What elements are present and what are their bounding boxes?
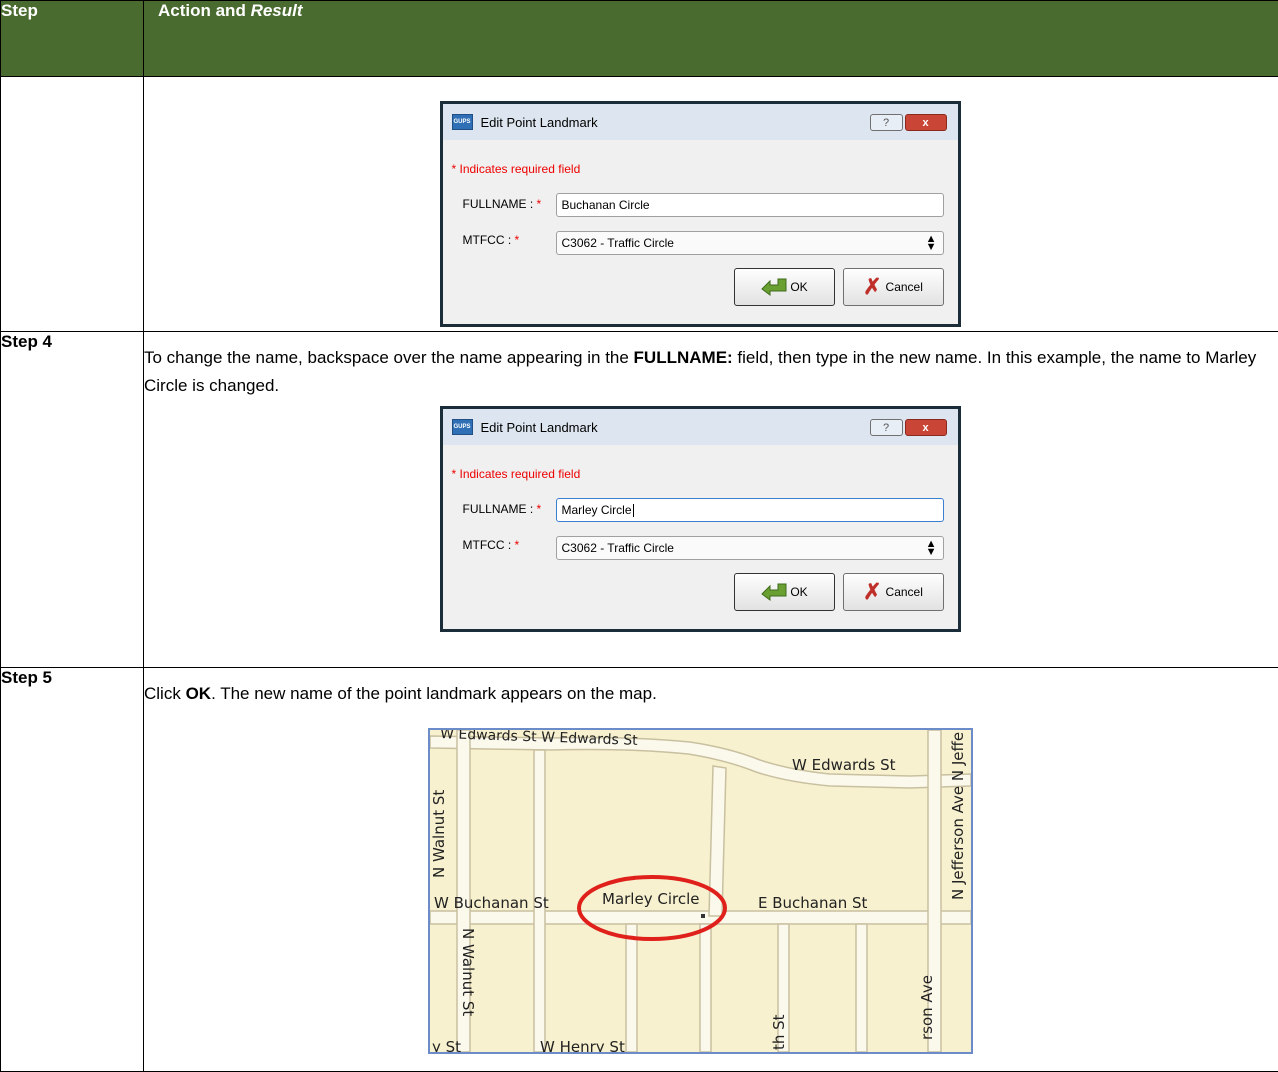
highlight-ellipse [576,875,727,941]
action-cell: To change the name, backspace over the n… [143,331,1278,668]
ok-button[interactable]: OK [733,573,835,611]
ok-arrow-icon [761,278,787,296]
edit-point-landmark-dialog: GUPS Edit Point Landmark ? x * Indicates… [439,101,961,327]
cancel-button[interactable]: ✗ Cancel [842,573,944,611]
ok-button[interactable]: OK [733,268,835,306]
step-instruction: Click OK. The new name of the point land… [144,680,1278,708]
fullname-field[interactable]: Marley Circle [555,498,944,522]
header-result-text: Result [250,1,303,20]
select-arrows-icon: ▲ ▼ [925,233,937,253]
fullname-field[interactable]: Buchanan Circle [555,193,944,217]
map-label-w-buchanan: W Buchanan St [434,894,549,912]
dialog-titlebar: GUPS Edit Point Landmark ? x [442,104,958,140]
dialog-titlebar: GUPS Edit Point Landmark ? x [442,409,958,445]
cancel-label: Cancel [885,585,923,599]
cancel-x-icon: ✗ [863,579,882,604]
cancel-label: Cancel [885,280,923,294]
instruction-text: . The new name of the point landmark app… [211,684,657,703]
map-label-marley-circle: Marley Circle [602,890,699,908]
text-cursor [632,503,634,517]
fullname-label-text: FULLNAME : [462,502,534,516]
dialog-title: Edit Point Landmark [480,419,598,435]
required-star: * [514,538,520,552]
map-label-rson-ave: rson Ave [918,975,936,1040]
mtfcc-label: MTFCC : * [463,538,520,552]
map-label-w-henry: W Henry St [540,1038,625,1052]
dialog-title: Edit Point Landmark [480,114,598,130]
fullname-label-text: FULLNAME : [462,197,534,211]
mtfcc-select-value: C3062 - Traffic Circle [561,541,674,555]
select-arrows-icon: ▲ ▼ [925,538,937,558]
edit-point-landmark-dialog: GUPS Edit Point Landmark ? x * Indicates… [439,406,961,632]
ok-label: OK [790,585,808,599]
mtfcc-select[interactable]: C3062 - Traffic Circle ▲ ▼ [555,536,944,560]
app-icon: GUPS [451,114,473,130]
instruction-bold: OK [185,684,212,703]
map-label-th-st: th St [770,1014,788,1050]
cancel-x-icon: ✗ [863,274,882,299]
fullname-label: FULLNAME : * [463,197,542,211]
required-note: * Indicates required field [451,162,581,176]
instruction-text: To change the name, backspace over the n… [144,348,634,367]
map-label-y-st: y St [432,1038,461,1052]
map-label-w-edwards-right: W Edwards St [792,756,896,774]
mtfcc-select[interactable]: C3062 - Traffic Circle ▲ ▼ [555,231,944,255]
ok-label: OK [790,280,808,294]
required-star: * [536,502,542,516]
table-header-row: Step Action and Result [0,0,1278,77]
steps-table: Step Action and Result GUPS Edit Point L… [0,0,1278,1072]
mtfcc-select-value: C3062 - Traffic Circle [561,236,674,250]
mtfcc-label: MTFCC : * [463,233,520,247]
map-label-n-walnut-top: N Walnut St [430,790,448,878]
instruction-bold: FULLNAME: [633,348,733,367]
instruction-text: Click [144,684,186,703]
landmark-point-icon [700,914,705,918]
help-button[interactable]: ? [869,419,903,436]
step-instruction: To change the name, backspace over the n… [144,344,1278,400]
map-label-e-buchanan: E Buchanan St [758,894,867,912]
mtfcc-label-text: MTFCC : [462,233,512,247]
header-action: Action and Result [143,0,1278,77]
required-star: * [514,233,520,247]
table-row: Step 5 Click OK. The new name of the poi… [0,667,1278,1072]
required-star: * [536,197,542,211]
close-button[interactable]: x [904,114,947,131]
map-image: W Edwards St W Edwards St W Edwards St N… [427,728,973,1054]
ok-arrow-icon [761,583,787,601]
help-button[interactable]: ? [869,114,903,131]
action-cell: GUPS Edit Point Landmark ? x * Indicates… [143,76,1278,332]
close-button[interactable]: x [904,419,947,436]
table-row: Step 4 To change the name, backspace ove… [0,331,1278,668]
fullname-value: Marley Circle [561,503,632,517]
map-label-n-jefferson: N Jefferson Ave N Jeffe [949,732,967,900]
map-svg: W Edwards St W Edwards St W Edwards St N… [429,730,971,1052]
map-label-n-walnut-bottom: N Walnut St [459,928,477,1016]
required-note: * Indicates required field [451,467,581,481]
table-row: GUPS Edit Point Landmark ? x * Indicates… [0,76,1278,332]
action-cell: Click OK. The new name of the point land… [143,667,1278,1072]
header-action-text: Action and [158,1,251,20]
header-step: Step [0,0,144,77]
cancel-button[interactable]: ✗ Cancel [842,268,944,306]
fullname-label: FULLNAME : * [463,502,542,516]
app-icon: GUPS [451,419,473,435]
mtfcc-label-text: MTFCC : [462,538,512,552]
